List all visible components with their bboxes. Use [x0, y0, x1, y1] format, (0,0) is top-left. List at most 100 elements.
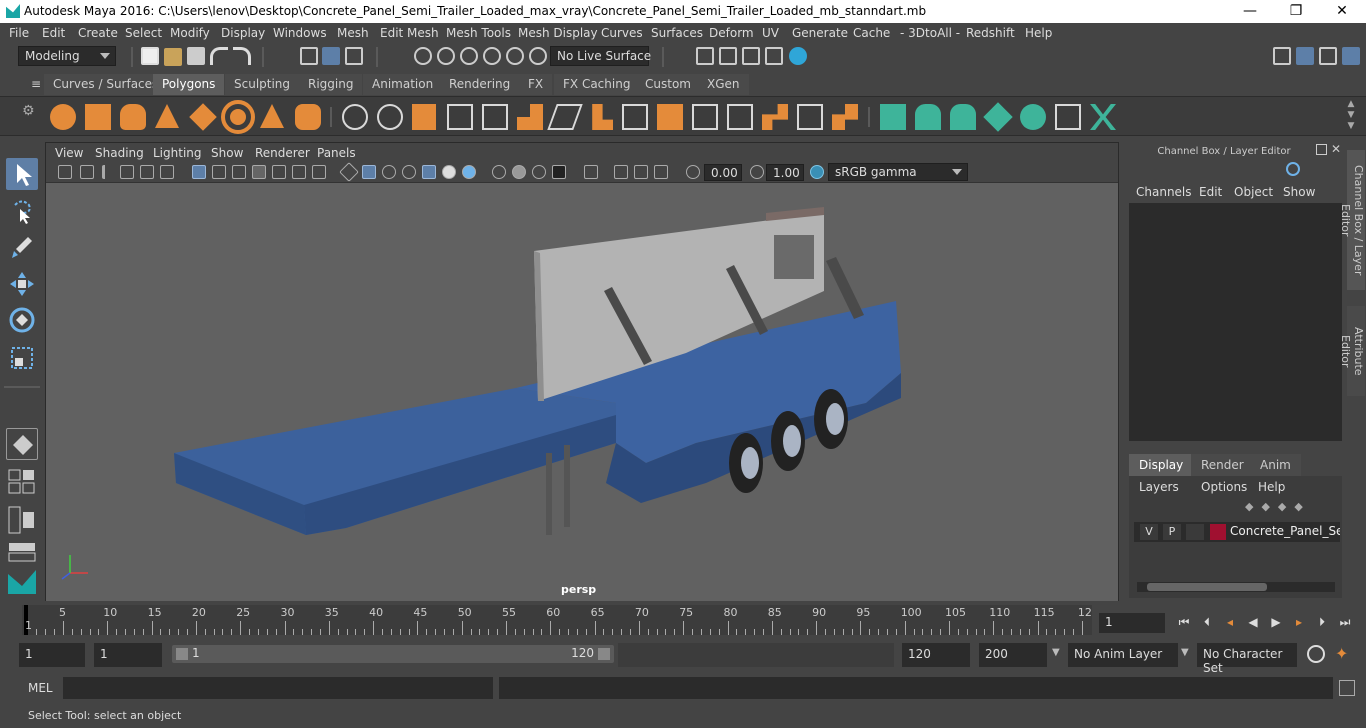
tab-curves-surfaces[interactable]: Curves / Surfaces	[44, 74, 168, 95]
menu-create[interactable]: Create	[78, 26, 118, 40]
new-scene-icon[interactable]	[141, 47, 159, 65]
move-tool-icon[interactable]	[6, 268, 38, 300]
isolate-select-icon[interactable]	[584, 165, 598, 179]
poly-pipe-icon[interactable]	[295, 104, 321, 130]
playback-start-field[interactable]: 1	[94, 643, 162, 667]
tab-anim[interactable]: Anim	[1250, 454, 1301, 476]
close-button[interactable]: ✕	[1319, 0, 1365, 23]
collapse-icon[interactable]	[832, 104, 858, 130]
poly-torus-icon[interactable]	[221, 100, 255, 134]
panels-menu[interactable]: Panels	[317, 146, 356, 160]
renderer-menu[interactable]: Renderer	[255, 146, 310, 160]
camera-attributes-icon[interactable]	[80, 165, 94, 179]
hypershade-icon[interactable]	[789, 47, 807, 65]
show-menu[interactable]: Show	[211, 146, 243, 160]
go-to-end-icon[interactable]: ⏭	[1337, 614, 1353, 630]
snap-grid-icon[interactable]	[414, 47, 432, 65]
color-space-dropdown[interactable]: sRGB gamma	[828, 163, 968, 181]
start-time-field[interactable]: 1	[19, 643, 85, 667]
tab-animation[interactable]: Animation	[363, 74, 443, 95]
mel-label[interactable]: MEL	[28, 681, 53, 695]
scrollbar-thumb[interactable]	[1147, 583, 1267, 591]
menu-generate[interactable]: Generate	[792, 26, 848, 40]
play-forwards-icon[interactable]: ▶	[1268, 614, 1284, 630]
menu-file[interactable]: File	[9, 26, 29, 40]
extrude-icon[interactable]	[517, 104, 543, 130]
mode-dropdown[interactable]: Modeling	[18, 46, 116, 66]
tab-custom[interactable]: Custom	[636, 74, 700, 95]
float-panel-icon[interactable]	[1316, 144, 1327, 155]
options-menu[interactable]: Options	[1201, 480, 1247, 494]
tab-fx[interactable]: FX	[519, 74, 553, 95]
end-time-field[interactable]: 200	[979, 643, 1047, 667]
wireframe-on-shaded-icon[interactable]	[382, 165, 396, 179]
script-editor-icon[interactable]	[1339, 680, 1355, 696]
shelf-scroll-arrows[interactable]: ▲ ▼ ▼	[1344, 99, 1358, 135]
close-panel-icon[interactable]: ✕	[1331, 142, 1341, 156]
four-view-layout-icon[interactable]	[8, 469, 36, 495]
mel-input[interactable]	[63, 677, 493, 699]
select-object-icon[interactable]	[322, 47, 340, 65]
menu-uv[interactable]: UV	[762, 26, 779, 40]
manipulator-icon[interactable]	[1286, 162, 1300, 176]
auto-key-icon[interactable]	[1307, 645, 1325, 663]
layer-color-swatch[interactable]	[1210, 524, 1226, 540]
append-icon[interactable]	[592, 104, 613, 130]
xray-active-icon[interactable]	[634, 165, 648, 179]
menu-help[interactable]: Help	[1025, 26, 1052, 40]
view-menu[interactable]: View	[55, 146, 83, 160]
bevel-icon[interactable]	[657, 104, 683, 130]
combine-icon[interactable]	[342, 104, 368, 130]
redo-icon[interactable]	[233, 47, 251, 65]
edit-menu[interactable]: Edit	[1199, 185, 1222, 199]
poly-sphere-icon[interactable]	[50, 104, 76, 130]
lasso-tool-icon[interactable]	[6, 195, 38, 227]
gamma-field[interactable]: 1.00	[766, 164, 804, 181]
single-perspective-layout-icon[interactable]	[6, 428, 38, 460]
separate-icon[interactable]	[377, 104, 403, 130]
layer-row[interactable]: V P Concrete_Panel_Semi_Trailer_Loaded	[1134, 522, 1340, 542]
channels-menu[interactable]: Channels	[1136, 185, 1192, 199]
step-forward-key-icon[interactable]: ▸	[1291, 614, 1307, 630]
uv-cut-sew-icon[interactable]	[1090, 104, 1116, 130]
attribute-editor-toggle-icon[interactable]	[1319, 47, 1337, 65]
tab-attribute-editor-vertical[interactable]: Attribute Editor	[1339, 306, 1365, 396]
gate-mask-icon[interactable]	[252, 165, 266, 179]
select-component-icon[interactable]	[345, 47, 363, 65]
step-back-icon[interactable]: ⏴	[1199, 614, 1215, 630]
chevron-down-icon[interactable]: ▼	[1181, 647, 1189, 658]
wireframe-icon[interactable]	[339, 162, 359, 182]
poly-cylinder-icon[interactable]	[120, 104, 146, 130]
depth-of-field-icon[interactable]	[552, 165, 566, 179]
tab-xgen[interactable]: XGen	[698, 74, 749, 95]
minimize-button[interactable]: —	[1227, 0, 1273, 23]
layout-icon[interactable]	[1273, 47, 1291, 65]
menu-windows[interactable]: Windows	[273, 26, 327, 40]
help-menu[interactable]: Help	[1258, 480, 1285, 494]
uv-cylindrical-icon[interactable]	[915, 104, 941, 130]
menu-edit-mesh[interactable]: Edit Mesh	[380, 26, 439, 40]
select-tool-icon[interactable]	[6, 158, 38, 190]
object-menu[interactable]: Object	[1234, 185, 1273, 199]
use-all-lights-icon[interactable]	[442, 165, 456, 179]
graph-layout-icon[interactable]	[8, 542, 36, 562]
textured-icon[interactable]	[422, 165, 436, 179]
color-management-icon[interactable]	[810, 165, 824, 179]
insert-edge-loop-icon[interactable]	[692, 104, 718, 130]
two-d-pan-zoom-icon[interactable]	[140, 165, 154, 179]
smooth-shade-icon[interactable]	[362, 165, 376, 179]
menu-surfaces[interactable]: Surfaces	[651, 26, 703, 40]
extract-icon[interactable]	[412, 104, 436, 130]
layer-scrollbar[interactable]	[1137, 582, 1335, 592]
layer-visibility-toggle[interactable]: V	[1140, 524, 1158, 540]
channel-box-toggle-icon[interactable]	[1296, 47, 1314, 65]
undo-icon[interactable]	[210, 47, 228, 65]
film-gate-icon[interactable]	[212, 165, 226, 179]
grease-pencil-icon[interactable]	[160, 165, 174, 179]
tab-rendering[interactable]: Rendering	[440, 74, 520, 95]
playback-end-field[interactable]: 120	[902, 643, 970, 667]
character-set-dropdown[interactable]: No Character Set	[1197, 643, 1297, 675]
snap-point-icon[interactable]	[460, 47, 478, 65]
perspective-viewport[interactable]: persp	[46, 183, 1118, 601]
menu-display[interactable]: Display	[221, 26, 265, 40]
